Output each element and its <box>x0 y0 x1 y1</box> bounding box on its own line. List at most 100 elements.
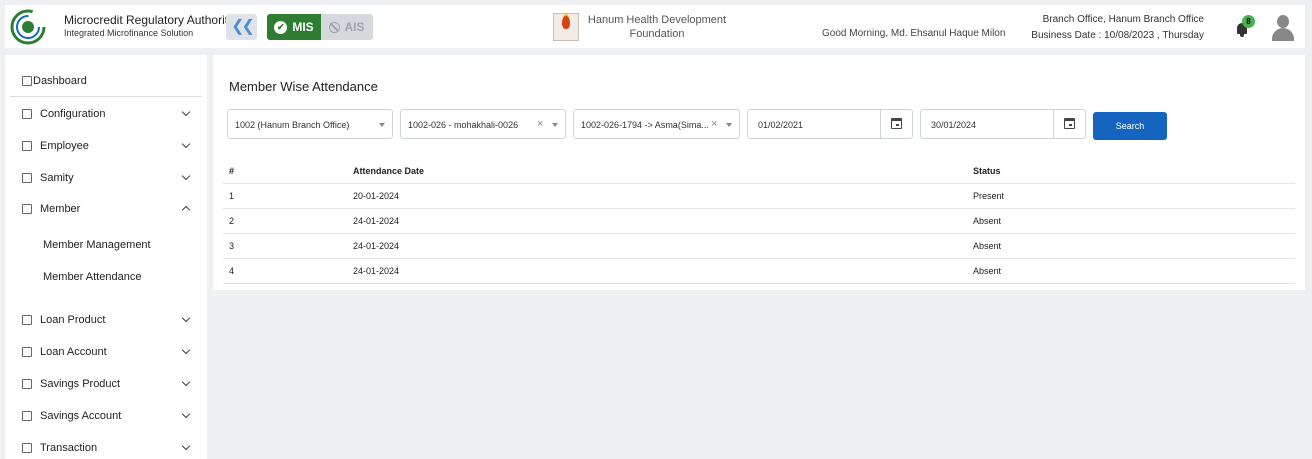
top-header: Microcredit Regulatory Authority Integra… <box>5 5 1305 48</box>
caret-down-icon <box>552 123 558 127</box>
chevron-down-icon <box>181 441 191 451</box>
sidebar-item-transaction[interactable]: Transaction <box>5 435 207 459</box>
sidebar-item-label: Loan Product <box>40 314 106 326</box>
savings-product-icon <box>22 379 32 389</box>
attendance-date: 24-01-2024 <box>347 233 967 259</box>
savings-account-icon <box>22 411 32 421</box>
user-avatar[interactable] <box>1270 13 1296 41</box>
search-button[interactable]: Search <box>1093 112 1167 140</box>
from-date-value: 01/02/2021 <box>758 120 804 130</box>
notification-badge: 8 <box>1242 15 1255 28</box>
sidebar-item-member[interactable]: Member <box>5 196 207 222</box>
attendance-status: Absent <box>967 233 1295 259</box>
table-row: 1 20-01-2024 Present <box>223 183 1295 209</box>
from-date-input[interactable]: 01/02/2021 <box>747 109 913 139</box>
member-select-value: 1002-026-1794 -> Asma(Sima... <box>581 120 709 130</box>
table-row: 2 24-01-2024 Absent <box>223 208 1295 234</box>
sidebar-item-label: Dashboard <box>33 75 87 87</box>
attendance-date: 24-01-2024 <box>347 208 967 234</box>
sidebar-item-label: Transaction <box>40 442 98 454</box>
row-index: 2 <box>223 208 347 234</box>
mra-logo[interactable] <box>10 9 46 45</box>
mis-ais-switch[interactable]: ✔ MIS AIS <box>267 14 373 40</box>
chevron-down-icon <box>181 377 191 387</box>
sidebar-item-loan-product[interactable]: Loan Product <box>5 307 207 333</box>
column-header: # <box>223 159 347 184</box>
sidebar-item-label: Samity <box>40 172 74 184</box>
ais-label: AIS <box>344 20 365 34</box>
samity-select-value: 1002-026 - mohakhali-0026 <box>408 120 519 130</box>
to-date-input[interactable]: 30/01/2024 <box>920 109 1086 139</box>
main-panel: Member Wise Attendance 1002 (Hanum Branc… <box>213 55 1305 290</box>
torch-icon <box>562 16 570 29</box>
branch-select-value: 1002 (Hanum Branch Office) <box>235 120 350 130</box>
table-row: 4 24-01-2024 Absent <box>223 258 1295 284</box>
sidebar-item-samity[interactable]: Samity <box>5 165 207 191</box>
sidebar-item-savings-product[interactable]: Savings Product <box>5 371 207 397</box>
attendance-status: Absent <box>967 208 1295 234</box>
sidebar-collapse-button[interactable]: ❮❮ <box>226 14 257 40</box>
sidebar-subitem-member-attendance[interactable]: Member Attendance <box>43 271 141 283</box>
sidebar-item-dashboard[interactable]: Dashboard <box>5 68 207 94</box>
sidebar-subitem-member-management[interactable]: Member Management <box>43 239 151 251</box>
caret-down-icon <box>726 123 732 127</box>
attendance-date: 20-01-2024 <box>347 183 967 209</box>
sidebar: Dashboard Configuration Employee Samity … <box>5 55 207 459</box>
double-chevron-left-icon: ❮❮ <box>231 18 255 35</box>
employee-icon <box>22 141 32 151</box>
business-date: Business Date : 10/08/2023 , Thursday <box>1031 30 1204 41</box>
attendance-status: Present <box>967 183 1295 209</box>
foundation-logo <box>553 13 579 41</box>
branch-name: Branch Office, Hanum Branch Office <box>1042 14 1204 25</box>
column-header: Status <box>967 159 1295 184</box>
row-index: 1 <box>223 183 347 209</box>
branch-select[interactable]: 1002 (Hanum Branch Office) <box>227 109 393 139</box>
dashboard-icon <box>22 76 32 86</box>
samity-select[interactable]: 1002-026 - mohakhali-0026 × <box>400 109 566 139</box>
ais-toggle[interactable]: AIS <box>321 14 373 40</box>
to-date-value: 30/01/2024 <box>931 120 977 130</box>
clear-icon[interactable]: × <box>537 118 543 130</box>
chevron-down-icon <box>181 345 191 355</box>
member-icon <box>22 204 32 214</box>
divider <box>10 96 202 97</box>
sidebar-item-label: Employee <box>40 140 89 152</box>
sidebar-item-configuration[interactable]: Configuration <box>5 101 207 127</box>
branch-info: Branch Office, Hanum Branch Office Busin… <box>1031 12 1204 44</box>
column-header: Attendance Date <box>347 159 967 184</box>
mis-label: MIS <box>292 20 314 34</box>
sidebar-item-employee[interactable]: Employee <box>5 133 207 159</box>
row-index: 3 <box>223 233 347 259</box>
attendance-table: # Attendance Date Status 1 20-01-2024 Pr… <box>223 159 1295 284</box>
sidebar-item-savings-account[interactable]: Savings Account <box>5 403 207 429</box>
chevron-up-icon <box>181 205 191 215</box>
table-row: 3 24-01-2024 Absent <box>223 233 1295 259</box>
chevron-down-icon <box>181 139 191 149</box>
configuration-icon <box>22 109 32 119</box>
sidebar-item-loan-account[interactable]: Loan Account <box>5 339 207 365</box>
member-select[interactable]: 1002-026-1794 -> Asma(Sima... × <box>573 109 740 139</box>
clear-icon[interactable]: × <box>711 118 717 130</box>
chevron-down-icon <box>181 409 191 419</box>
from-date-picker-button[interactable] <box>880 110 912 138</box>
row-index: 4 <box>223 258 347 284</box>
ban-icon <box>329 21 341 33</box>
attendance-date: 24-01-2024 <box>347 258 967 284</box>
chevron-down-icon <box>181 107 191 117</box>
calendar-icon <box>1064 118 1075 129</box>
transaction-icon <box>22 443 32 453</box>
mis-toggle[interactable]: ✔ MIS <box>267 14 321 40</box>
chevron-down-icon <box>181 313 191 323</box>
sidebar-item-label: Configuration <box>40 108 106 120</box>
table-header-row: # Attendance Date Status <box>223 159 1295 184</box>
attendance-status: Absent <box>967 258 1295 284</box>
foundation-name: Hanum Health Development Foundation <box>587 14 727 40</box>
loan-account-icon <box>22 347 32 357</box>
sidebar-item-label: Member <box>40 203 81 215</box>
samity-icon <box>22 173 32 183</box>
sidebar-item-label: Savings Account <box>40 410 122 422</box>
to-date-picker-button[interactable] <box>1053 110 1085 138</box>
sidebar-item-label: Loan Account <box>40 346 107 358</box>
caret-down-icon <box>379 123 385 127</box>
loan-product-icon <box>22 315 32 325</box>
